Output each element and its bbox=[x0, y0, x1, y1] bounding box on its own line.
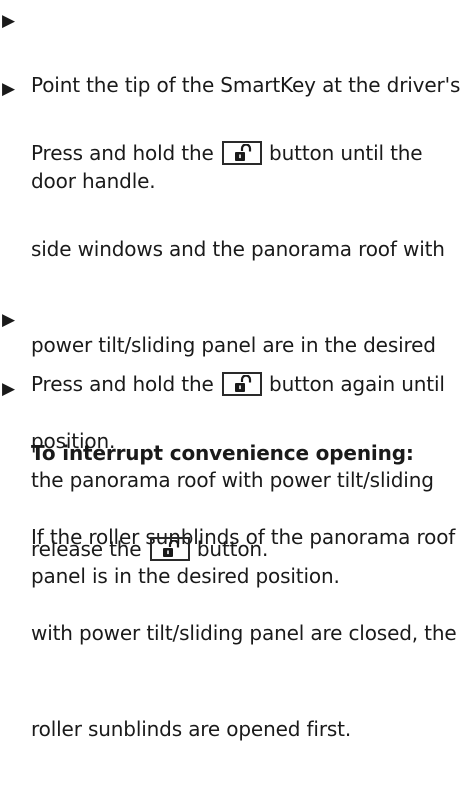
step-line-with-button: release the button. bbox=[31, 533, 466, 565]
bullet-arrow-icon: ▶ bbox=[2, 79, 16, 99]
unlock-padlock-icon bbox=[162, 540, 179, 557]
step-note-line: roller sunblinds are opened first. bbox=[31, 717, 352, 741]
step-text-before-button: release the bbox=[31, 537, 148, 561]
bullet-arrow-icon: ▶ bbox=[2, 11, 16, 31]
step-line-with-button: Press and hold the button until the bbox=[31, 137, 466, 169]
step-line: side windows and the panorama roof with bbox=[31, 237, 445, 261]
step-heading: To interrupt convenience opening: bbox=[31, 441, 414, 465]
step-text-after-button: button until the bbox=[262, 141, 423, 165]
unlock-key-button bbox=[149, 537, 190, 561]
unlock-key-button bbox=[221, 141, 262, 165]
step-text-after-button: button. bbox=[190, 537, 269, 561]
bullet-arrow-icon: ▶ bbox=[2, 310, 16, 330]
unlock-padlock-icon bbox=[234, 144, 251, 161]
step-text: To interrupt convenience opening: releas… bbox=[31, 373, 466, 629]
bullet-arrow-icon: ▶ bbox=[2, 379, 16, 399]
step-text-before-button: Press and hold the bbox=[31, 141, 220, 165]
